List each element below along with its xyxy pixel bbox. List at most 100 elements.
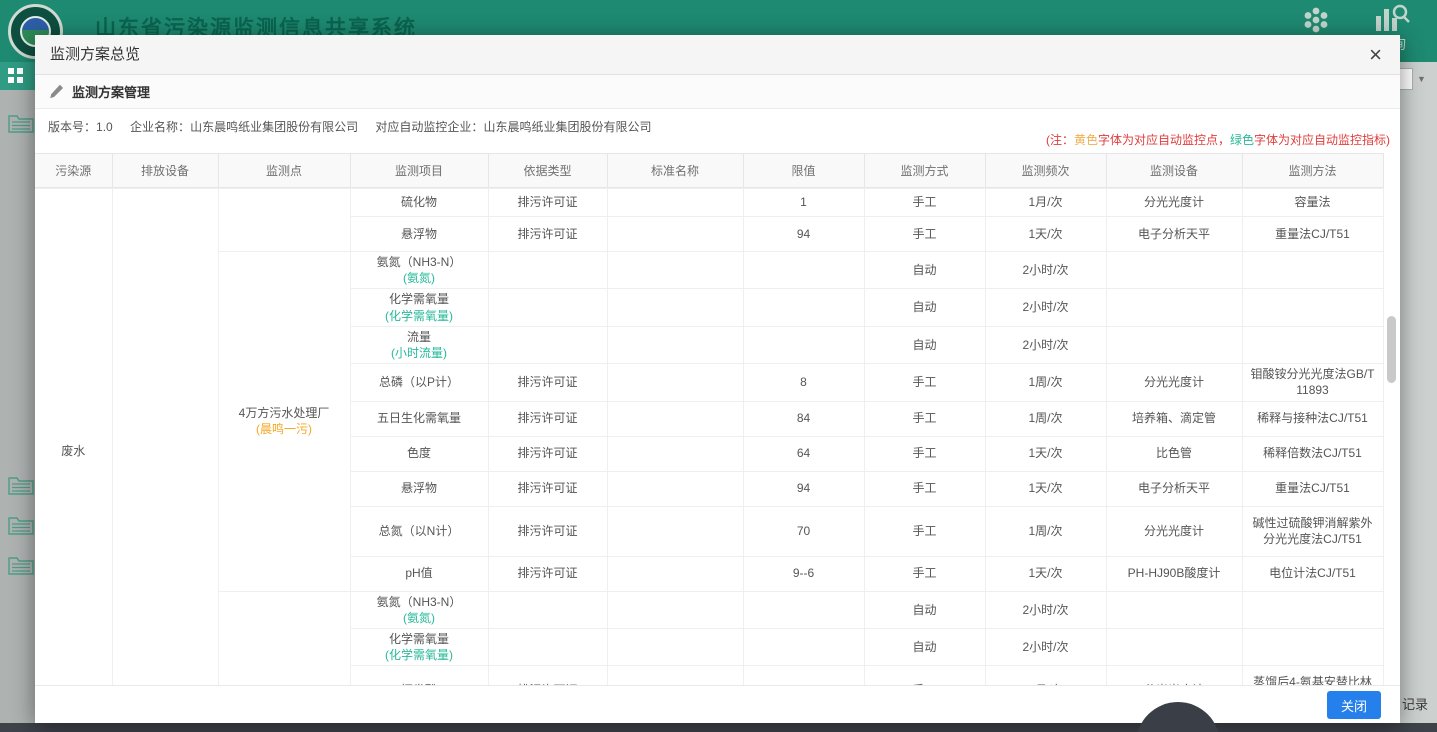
table-row: 氨氮（NH3-N）(氨氮)自动2小时/次 <box>35 591 1383 628</box>
apps-grid-icon[interactable] <box>1302 6 1330 34</box>
cell-monitor-method: 蒸馏后4-氨基安替比林分光光度法 <box>1242 666 1383 685</box>
cell-monitor-device: PH-HJ90B酸度计 <box>1106 556 1242 591</box>
close-icon[interactable]: × <box>1369 35 1382 74</box>
column-header: 依据类型 <box>488 154 607 188</box>
cell-standard-name <box>607 364 743 401</box>
info-bar: 版本号：1.0 企业名称：山东晨鸣纸业集团股份有限公司 对应自动监控企业：山东晨… <box>35 109 1400 153</box>
cell-limit <box>743 326 864 363</box>
monitor-item-name: 悬浮物 <box>357 480 482 496</box>
cell-limit: 70 <box>743 506 864 556</box>
column-header: 监测方式 <box>864 154 985 188</box>
cell-standard-name <box>607 628 743 665</box>
cell-limit <box>743 591 864 628</box>
plan-table: 废水硫化物排污许可证1手工1月/次分光光度计容量法悬浮物排污许可证94手工1天/… <box>35 188 1400 685</box>
cell-pollution-source: 废水 <box>35 189 112 686</box>
cell-monitor-mode: 自动 <box>864 326 985 363</box>
column-header: 监测项目 <box>350 154 488 188</box>
cell-basis-type: 排污许可证 <box>488 506 607 556</box>
cell-monitor-method: 重量法CJ/T51 <box>1242 471 1383 506</box>
cell-monitor-mode: 手工 <box>864 556 985 591</box>
version-label: 版本号： <box>48 120 96 134</box>
folder-icon[interactable] <box>8 555 34 575</box>
cell-monitor-device: 电子分析天平 <box>1106 471 1242 506</box>
cell-monitor-item: 挥发酚 <box>350 666 488 685</box>
cell-monitor-item: 总氮（以N计） <box>350 506 488 556</box>
folder-icon[interactable] <box>8 475 34 495</box>
cell-limit: 64 <box>743 436 864 471</box>
version-value: 1.0 <box>96 120 113 134</box>
cell-monitor-mode: 手工 <box>864 436 985 471</box>
cell-monitor-item: pH值 <box>350 556 488 591</box>
table-scrollbar[interactable] <box>1387 316 1396 383</box>
cell-monitor-mode: 自动 <box>864 628 985 665</box>
cell-standard-name <box>607 666 743 685</box>
cell-monitor-method <box>1242 628 1383 665</box>
left-sidebar <box>0 62 35 723</box>
dropdown-box[interactable] <box>1400 68 1413 90</box>
cell-basis-type: 排污许可证 <box>488 364 607 401</box>
menu-grid-icon[interactable] <box>0 62 35 90</box>
cell-standard-name <box>607 591 743 628</box>
cell-monitor-mode: 手工 <box>864 506 985 556</box>
chevron-down-icon[interactable]: ▼ <box>1417 74 1426 84</box>
cell-monitor-method: 容量法 <box>1242 189 1383 217</box>
folder-icon[interactable] <box>8 515 34 535</box>
cell-limit: 84 <box>743 401 864 436</box>
cell-monitor-frequency: 1周/次 <box>985 364 1106 401</box>
monitor-point-name: 4万方污水处理厂 <box>225 405 344 421</box>
cell-monitor-device <box>1106 591 1242 628</box>
monitor-point-alias: (晨鸣一污) <box>225 421 344 437</box>
cell-monitor-item: 悬浮物 <box>350 217 488 252</box>
cell-monitor-frequency: 1天/次 <box>985 471 1106 506</box>
cell-monitor-method <box>1242 591 1383 628</box>
green-word: 绿色 <box>1230 133 1254 147</box>
cell-monitor-mode: 手工 <box>864 189 985 217</box>
cell-monitor-frequency: 1天/次 <box>985 436 1106 471</box>
monitor-item-name: 氨氮（NH3-N） <box>357 594 482 610</box>
cell-basis-type: 排污许可证 <box>488 556 607 591</box>
cell-limit <box>743 252 864 289</box>
cell-limit <box>743 628 864 665</box>
cell-monitor-point <box>218 591 350 685</box>
cell-monitor-device: 电子分析天平 <box>1106 217 1242 252</box>
monitor-item-name: 硫化物 <box>357 194 482 210</box>
close-button[interactable]: 关闭 <box>1327 691 1381 719</box>
folder-icon[interactable] <box>8 113 34 133</box>
section-title: 监测方案管理 <box>72 82 150 101</box>
cell-monitor-frequency: 1月/次 <box>985 666 1106 685</box>
query-chart-icon[interactable] <box>1374 3 1410 34</box>
cell-monitor-mode: 手工 <box>864 666 985 685</box>
column-header: 监测设备 <box>1106 154 1242 188</box>
cell-monitor-method: 碱性过硫酸钾消解紫外分光光度法CJ/T51 <box>1242 506 1383 556</box>
auto-company-value: 山东晨鸣纸业集团股份有限公司 <box>483 120 651 134</box>
company-label: 企业名称： <box>130 120 190 134</box>
monitor-item-name: 总氮（以N计） <box>357 523 482 539</box>
cell-monitor-device: 分光光度计 <box>1106 364 1242 401</box>
bottom-bar <box>0 723 1437 732</box>
cell-basis-type <box>488 326 607 363</box>
table-row: 废水硫化物排污许可证1手工1月/次分光光度计容量法 <box>35 189 1383 217</box>
cell-monitor-device: 分光光度计 <box>1106 506 1242 556</box>
cell-monitor-mode: 手工 <box>864 401 985 436</box>
monitor-item-name: 流量 <box>357 329 482 345</box>
cell-basis-type <box>488 591 607 628</box>
cell-monitor-frequency: 1周/次 <box>985 401 1106 436</box>
cell-basis-type <box>488 628 607 665</box>
cell-monitor-frequency: 1周/次 <box>985 506 1106 556</box>
cell-monitor-device: 比色管 <box>1106 436 1242 471</box>
cell-basis-type <box>488 289 607 326</box>
cell-basis-type: 排污许可证 <box>488 471 607 506</box>
cell-monitor-device: 培养箱、滴定管 <box>1106 401 1242 436</box>
monitor-item-name: 悬浮物 <box>357 226 482 242</box>
cell-monitor-mode: 手工 <box>864 364 985 401</box>
cell-monitor-frequency: 2小时/次 <box>985 289 1106 326</box>
cell-monitor-method: 稀释与接种法CJ/T51 <box>1242 401 1383 436</box>
cell-monitor-frequency: 2小时/次 <box>985 326 1106 363</box>
cell-monitor-frequency: 2小时/次 <box>985 252 1106 289</box>
cell-monitor-device <box>1106 326 1242 363</box>
cell-monitor-mode: 手工 <box>864 471 985 506</box>
cell-monitor-item: 氨氮（NH3-N）(氨氮) <box>350 252 488 289</box>
cell-monitor-item: 氨氮（NH3-N）(氨氮) <box>350 591 488 628</box>
cell-standard-name <box>607 189 743 217</box>
column-header: 标准名称 <box>607 154 743 188</box>
